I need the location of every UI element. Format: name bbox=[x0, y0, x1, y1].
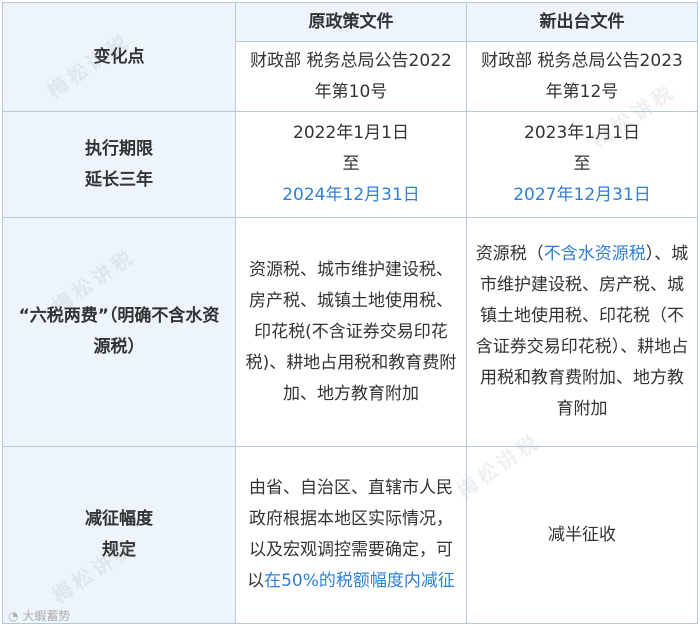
reduction-row: 减征幅度 规定 由省、自治区、直辖市人民政府根据本地区实际情况，以及宏观调控需要… bbox=[2, 446, 698, 624]
new-period: 2023年1月1日 至 2027年12月31日 bbox=[466, 111, 698, 218]
source-watermark: ◔ 大蝦蓄势 bbox=[8, 607, 70, 624]
original-end-date: 2024年12月31日 bbox=[282, 185, 420, 205]
new-taxes-prefix: 资源税（ bbox=[475, 244, 544, 264]
source-logo-icon: ◔ bbox=[8, 609, 19, 623]
source-watermark-text: 大蝦蓄势 bbox=[22, 609, 71, 623]
original-taxes: 资源税、城市维护建设税、房产税、城镇土地使用税、印花税(不含证券交易印花税)、耕… bbox=[235, 217, 467, 447]
policy-comparison-table: 变化点 原政策文件 新出台文件 财政部 税务总局公告2022年第10号 财政部 … bbox=[2, 2, 698, 624]
new-taxes-suffix: ）、城市维护建设税、房产税、城镇土地使用税、印花税（不含证券交易印花税）、耕地占… bbox=[475, 244, 689, 419]
original-start-date: 2022年1月1日 bbox=[293, 123, 409, 143]
new-end-date: 2027年12月31日 bbox=[513, 185, 651, 205]
period-label-line2: 延长三年 bbox=[85, 169, 153, 190]
period-label: 执行期限 延长三年 bbox=[2, 111, 236, 218]
original-reduction: 由省、自治区、直辖市人民政府根据本地区实际情况，以及宏观调控需要确定，可以在50… bbox=[235, 446, 467, 624]
taxes-label: “六税两费”（明确不含水资源税） bbox=[2, 217, 236, 447]
original-to: 至 bbox=[342, 154, 360, 174]
original-doc-header: 原政策文件 bbox=[235, 2, 467, 42]
change-point-header: 变化点 bbox=[2, 2, 236, 112]
header-row: 变化点 原政策文件 新出台文件 bbox=[2, 2, 698, 112]
new-doc-name: 财政部 税务总局公告2023年第12号 bbox=[466, 41, 698, 112]
reduction-label-line2: 规定 bbox=[102, 540, 136, 560]
new-taxes-highlight: 不含水资源税 bbox=[543, 244, 646, 264]
original-reduction-highlight: 在50%的税额幅度内减征 bbox=[264, 571, 455, 591]
original-period: 2022年1月1日 至 2024年12月31日 bbox=[235, 111, 467, 218]
reduction-label: 减征幅度 规定 bbox=[2, 446, 236, 624]
new-to: 至 bbox=[573, 154, 591, 174]
reduction-label-line1: 减征幅度 bbox=[85, 509, 153, 529]
taxes-row: “六税两费”（明确不含水资源税） 资源税、城市维护建设税、房产税、城镇土地使用税… bbox=[2, 217, 698, 447]
new-doc-header: 新出台文件 bbox=[466, 2, 698, 42]
period-label-line1: 执行期限 bbox=[85, 138, 153, 159]
new-taxes: 资源税（不含水资源税）、城市维护建设税、房产税、城镇土地使用税、印花税（不含证券… bbox=[466, 217, 698, 447]
period-row: 执行期限 延长三年 2022年1月1日 至 2024年12月31日 2023年1… bbox=[2, 111, 698, 218]
new-reduction: 减半征收 bbox=[466, 446, 698, 624]
original-doc-name: 财政部 税务总局公告2022年第10号 bbox=[235, 41, 467, 112]
new-start-date: 2023年1月1日 bbox=[524, 123, 640, 143]
